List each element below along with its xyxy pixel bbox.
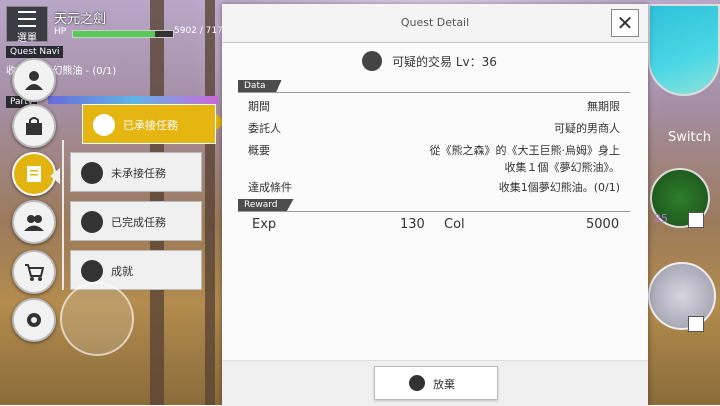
skill-count: 25 [654, 212, 668, 225]
completed-quest-icon [81, 211, 103, 233]
abandon-button[interactable]: 放棄 [374, 366, 498, 400]
condition-value: 收集1個夢幻熊油。(0/1) [498, 181, 620, 194]
quest-detail-modal: Quest Detail ✕ 可疑的交易 Lv：36 Data 期間 無期限 委… [222, 4, 648, 406]
profile-button[interactable] [12, 58, 56, 102]
exp-value: 130 [400, 217, 425, 232]
hp-value: 5902 / 7178 [174, 26, 229, 36]
exp-label: Exp [252, 217, 277, 232]
submenu-pointer [50, 168, 60, 184]
party-members-strip[interactable] [48, 96, 218, 104]
profile-icon [25, 71, 43, 90]
submenu-completed-quests[interactable]: 已完成任務 [70, 201, 202, 241]
summary-value: 從《熊之森》的《大王巨熊·烏姆》身上 [429, 144, 621, 157]
close-button[interactable]: ✕ [611, 9, 639, 37]
accepted-quest-icon [93, 114, 115, 136]
reward-section-label: Reward [238, 199, 294, 211]
movement-joystick[interactable] [60, 282, 134, 356]
data-section-label: Data [238, 80, 282, 92]
skill-button-secondary[interactable] [648, 262, 716, 330]
settings-button[interactable] [12, 298, 56, 342]
period-label: 期間 [248, 100, 270, 113]
client-value: 可疑的男商人 [554, 122, 620, 135]
condition-label: 達成條件 [248, 181, 292, 194]
summary-label: 概要 [248, 144, 270, 157]
submenu-label: 已完成任務 [111, 216, 166, 229]
friends-icon [24, 215, 44, 231]
hp-bar-fill [73, 31, 155, 37]
unaccepted-quest-icon [81, 162, 103, 184]
modal-header: Quest Detail ✕ [222, 4, 648, 43]
submenu-connector [62, 140, 64, 290]
medal-icon [81, 260, 103, 282]
skill-swap-icon[interactable] [688, 212, 704, 228]
submenu-accepted-quests[interactable]: 已承接任務 [82, 104, 216, 144]
col-value: 5000 [586, 217, 620, 232]
quest-name: 可疑的交易 Lv：36 [392, 55, 497, 69]
reward-section-header: Reward [238, 199, 630, 212]
quest-type-icon [362, 51, 382, 71]
switch-button[interactable]: Switch [648, 126, 720, 150]
client-label: 委託人 [248, 122, 281, 135]
abandon-label: 放棄 [433, 378, 455, 391]
submenu-label: 未承接任務 [111, 167, 166, 180]
hamburger-icon [18, 11, 36, 27]
friends-button[interactable] [12, 200, 56, 244]
quest-icon [27, 166, 41, 182]
modal-title: Quest Detail [400, 16, 470, 29]
tree-trunk [205, 0, 215, 405]
data-section-header: Data [238, 80, 630, 93]
bag-button[interactable] [12, 104, 56, 148]
skill-swap-icon[interactable] [688, 316, 704, 332]
col-label: Col [444, 217, 465, 232]
minimap[interactable] [648, 4, 720, 96]
hp-bar [72, 30, 174, 38]
main-menu-label: 選單 [17, 33, 37, 44]
hp-label: HP [54, 27, 67, 37]
submenu-label: 成就 [111, 265, 133, 278]
abandon-icon [409, 375, 425, 391]
main-menu-button[interactable]: 選單 [6, 6, 48, 44]
bag-icon [26, 117, 42, 135]
hp-gauge: HP 5902 / 7178 [54, 26, 229, 38]
gear-icon [27, 313, 41, 327]
submenu-label: 已承接任務 [123, 119, 178, 132]
shop-button[interactable] [12, 250, 56, 294]
player-name: 天元之劍 [54, 12, 107, 27]
quest-navi-title: Quest Navi [6, 46, 64, 58]
summary-value-line2: 收集１個《夢幻熊油》。 [504, 161, 621, 174]
submenu-unaccepted-quests[interactable]: 未承接任務 [70, 152, 202, 192]
period-value: 無期限 [587, 100, 620, 113]
cart-icon [25, 264, 44, 281]
